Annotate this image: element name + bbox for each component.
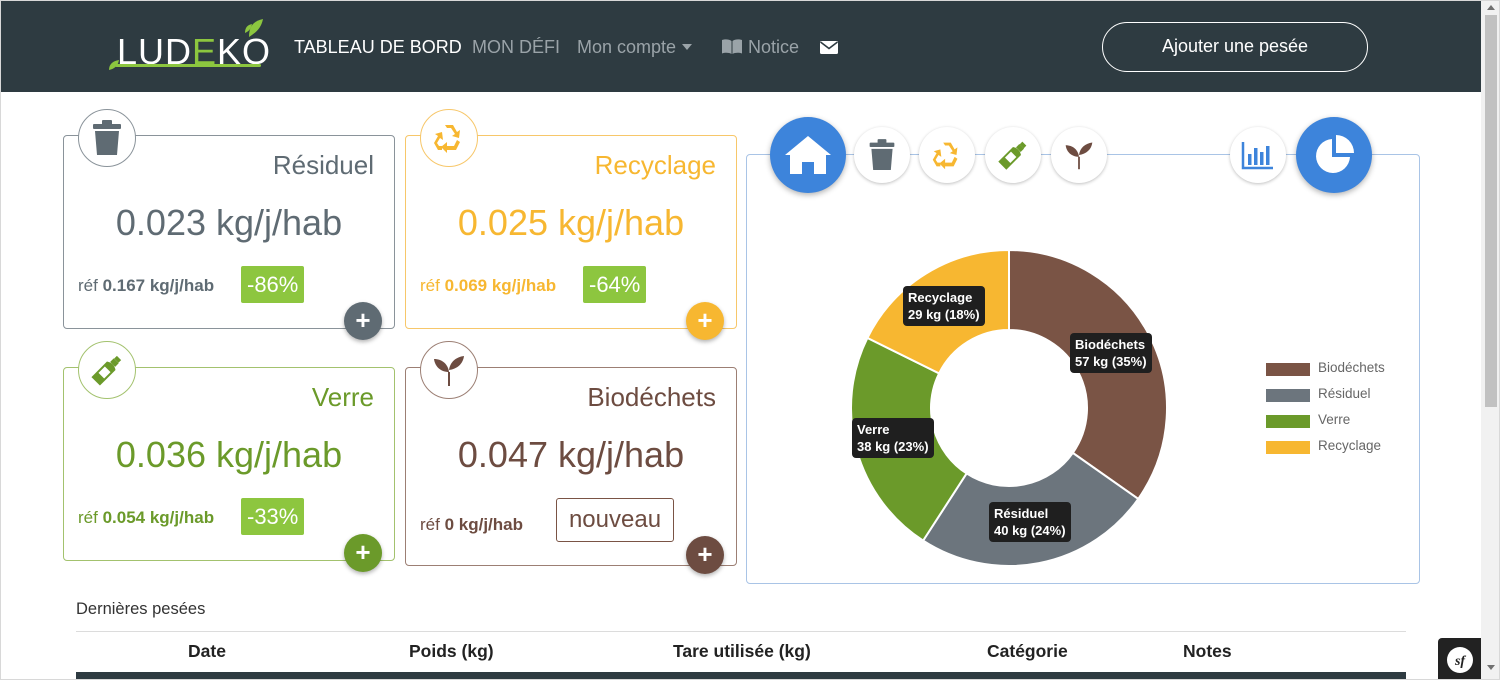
page-scrollbar[interactable] [1481,1,1499,679]
data-label-recyclage: Recyclage 29 kg (18%) [903,286,985,326]
filter-recyclage-recycle-icon[interactable] [919,127,975,183]
sprout-icon [420,341,478,399]
column-header-category[interactable]: Catégorie [987,641,1068,662]
legend-item-biodechets[interactable]: Biodéchets [1266,359,1466,379]
card-title: Résiduel [272,150,374,180]
column-header-tare[interactable]: Tare utilisée (kg) [673,641,811,662]
scroll-down-arrow-icon[interactable] [1487,665,1495,670]
card-reference: réf 0 kg/j/hab [420,515,523,534]
reduction-badge: -86% [241,266,305,303]
card-biodechets: Biodéchets 0.047 kg/j/hab réf 0 kg/j/hab… [405,341,737,574]
new-badge: nouveau [556,498,674,542]
recycle-icon [420,109,478,167]
bar-chart-icon[interactable] [1230,127,1286,183]
data-label-biodechets: Biodéchets 57 kg (35%) [1070,333,1152,373]
small-leaf-icon [109,60,119,70]
card-title: Recyclage [594,150,716,180]
donut-slice-biodechets[interactable] [1008,248,1168,501]
card-title: Verre [311,382,374,412]
reduction-badge: -33% [241,498,305,535]
nav-contact[interactable] [819,39,839,60]
add-verre-button[interactable]: + [344,534,382,572]
legend-item-verre[interactable]: Verre [1266,411,1466,431]
home-icon[interactable] [770,117,846,193]
filter-verre-bottle-icon[interactable] [985,127,1041,183]
card-value: 0.025 kg/j/hab [457,202,685,243]
card-value: 0.036 kg/j/hab [115,434,343,475]
svg-text:sf: sf [1453,654,1465,669]
card-value: 0.047 kg/j/hab [457,434,685,475]
legend-item-residuel[interactable]: Résiduel [1266,385,1466,405]
filter-residuel-trash-icon[interactable] [854,127,910,183]
nav-challenge[interactable]: MON DÉFI [472,37,560,58]
leaf-icon [245,19,263,37]
top-navbar: LUDEKO TABLEAU DE BORD MON DÉFI Mon comp… [1,1,1481,92]
nav-account-label: Mon compte [577,37,677,57]
legend-label: Résiduel [1318,386,1371,401]
envelope-icon [820,41,838,54]
add-biodechets-button[interactable]: + [686,536,724,574]
reduction-badge: -64% [583,266,647,303]
data-label-verre: Verre 38 kg (23%) [852,418,934,458]
nav-account-dropdown[interactable]: Mon compte [577,37,693,58]
card-recyclage: Recyclage 0.025 kg/j/hab réf 0.069 kg/j/… [405,109,737,340]
data-label-residuel: Résiduel 40 kg (24%) [989,502,1071,542]
app-window: LUDEKO TABLEAU DE BORD MON DÉFI Mon comp… [0,0,1500,680]
card-reference: réf 0.167 kg/j/hab [78,276,215,295]
legend-swatch [1266,363,1310,376]
column-header-notes[interactable]: Notes [1183,641,1232,662]
section-title: Dernières pesées [76,600,206,618]
scroll-thumb[interactable] [1485,15,1497,407]
trash-icon [78,109,136,167]
nav-notice[interactable]: Notice [721,37,799,58]
book-icon [722,39,742,54]
card-reference: réf 0.054 kg/j/hab [78,508,215,527]
add-residuel-button[interactable]: + [344,302,382,340]
chevron-down-icon [682,44,693,50]
add-weighing-button[interactable]: Ajouter une pesée [1102,22,1368,72]
ludeko-logo[interactable]: LUDEKO [109,17,270,79]
legend-swatch [1266,415,1310,428]
nav-notice-label: Notice [748,37,800,57]
legend-label: Biodéchets [1318,360,1385,375]
legend-swatch [1266,441,1310,454]
filter-biodechets-sprout-icon[interactable] [1051,127,1107,183]
add-recyclage-button[interactable]: + [686,302,724,340]
column-header-date[interactable]: Date [188,641,226,662]
table-header-bar [76,672,1406,679]
legend-label: Verre [1318,412,1351,427]
scroll-up-arrow-icon[interactable] [1487,5,1495,10]
nav-dashboard[interactable]: TABLEAU DE BORD [294,37,462,58]
card-title: Biodéchets [587,382,716,412]
column-header-weight[interactable]: Poids (kg) [409,641,494,662]
legend-item-recyclage[interactable]: Recyclage [1266,437,1466,457]
symfony-toolbar-icon[interactable]: sf [1438,638,1481,679]
card-verre: Verre 0.036 kg/j/hab réf 0.054 kg/j/hab … [63,341,395,572]
card-reference: réf 0.069 kg/j/hab [420,276,557,295]
table-divider [76,631,1406,632]
legend-label: Recyclage [1318,438,1382,453]
card-value: 0.023 kg/j/hab [115,202,343,243]
card-residuel: Résiduel 0.023 kg/j/hab réf 0.167 kg/j/h… [63,109,395,340]
bottle-icon [78,341,136,399]
pie-chart-icon[interactable] [1296,117,1372,193]
legend-swatch [1266,389,1310,402]
